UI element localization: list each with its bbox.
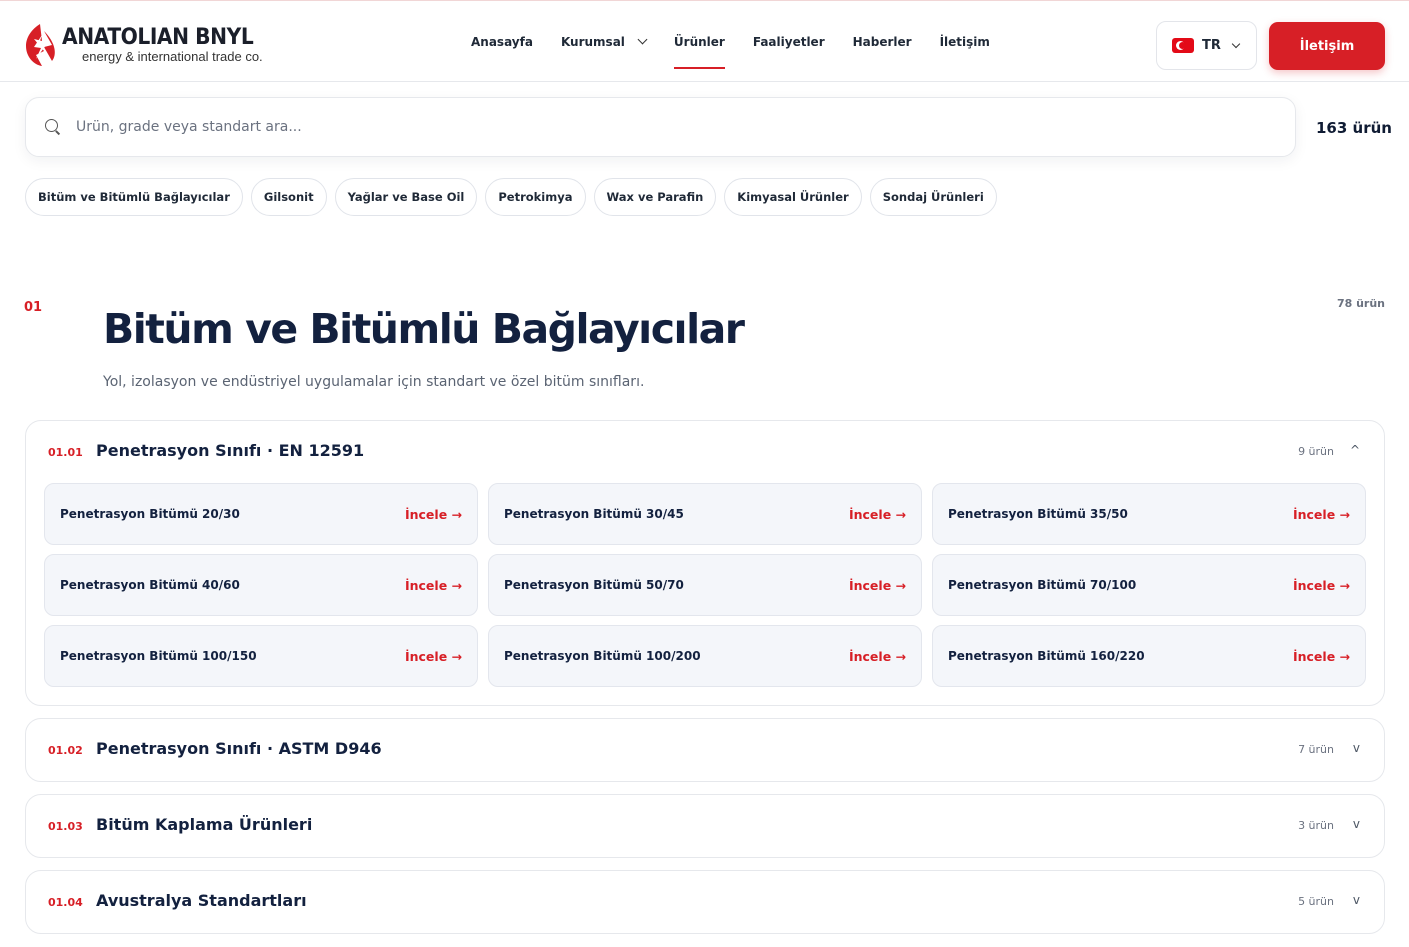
- inspect-link[interactable]: İncele →: [849, 578, 906, 593]
- group-header[interactable]: 01.04 Avustralya Standartları 5 ürün v: [26, 871, 1384, 933]
- product-name: Penetrasyon Bitümü 20/30: [60, 507, 240, 521]
- section-title: Bitüm ve Bitümlü Bağlayıcılar: [103, 305, 745, 353]
- product-card[interactable]: Penetrasyon Bitümü 40/60 İncele →: [44, 554, 478, 616]
- nav-item-anasayfa[interactable]: Anasayfa: [471, 1, 533, 82]
- group-header[interactable]: 01.02 Penetrasyon Sınıfı · ASTM D946 7 ü…: [26, 719, 1384, 781]
- nav-item-kurumsal-label: Kurumsal: [560, 34, 625, 49]
- nav-item-urunler[interactable]: Ürünler: [673, 1, 725, 82]
- main-nav: Anasayfa Kurumsal Ürünler Faaliyetler Ha…: [471, 1, 1018, 82]
- product-group-01-03: 01.03 Bitüm Kaplama Ürünleri 3 ürün v: [25, 794, 1385, 858]
- nav-item-faaliyetler[interactable]: Faaliyetler: [753, 1, 825, 82]
- chip-petrokimya[interactable]: Petrokimya: [485, 178, 586, 216]
- product-name: Penetrasyon Bitümü 100/200: [504, 649, 701, 663]
- section-description: Yol, izolasyon ve endüstriyel uygulamala…: [103, 374, 645, 390]
- product-card[interactable]: Penetrasyon Bitümü 20/30 İncele →: [44, 483, 478, 545]
- nav-item-haberler[interactable]: Haberler: [853, 1, 912, 82]
- group-header[interactable]: 01.01 Penetrasyon Sınıfı · EN 12591 9 ür…: [26, 421, 1384, 483]
- inspect-link[interactable]: İncele →: [405, 578, 462, 593]
- section-number: 01: [24, 300, 43, 315]
- product-card[interactable]: Penetrasyon Bitümü 50/70 İncele →: [488, 554, 922, 616]
- chevron-up-icon[interactable]: ^: [1350, 443, 1360, 457]
- total-product-count: 163 ürün: [1316, 119, 1392, 137]
- product-group-01-02: 01.02 Penetrasyon Sınıfı · ASTM D946 7 ü…: [25, 718, 1385, 782]
- section-count: 78 ürün: [1336, 297, 1385, 310]
- lightning-logo-icon: [26, 24, 55, 66]
- chevron-down-icon: [1231, 39, 1241, 48]
- search-bar: [25, 97, 1296, 157]
- group-count: 5 ürün: [1298, 895, 1334, 908]
- chevron-down-icon[interactable]: v: [1353, 741, 1360, 755]
- chevron-down-icon: [637, 34, 648, 45]
- product-name: Penetrasyon Bitümü 70/100: [948, 578, 1137, 592]
- product-card[interactable]: Penetrasyon Bitümü 100/200 İncele →: [488, 625, 922, 687]
- product-card[interactable]: Penetrasyon Bitümü 100/150 İncele →: [44, 625, 478, 687]
- group-title: Penetrasyon Sınıfı · EN 12591: [96, 441, 365, 460]
- group-count: 9 ürün: [1298, 445, 1334, 458]
- product-card[interactable]: Penetrasyon Bitümü 35/50 İncele →: [932, 483, 1366, 545]
- group-number: 01.01: [48, 446, 83, 459]
- product-grid: Penetrasyon Bitümü 20/30 İncele → Penetr…: [44, 483, 1366, 687]
- chip-yaglar[interactable]: Yağlar ve Base Oil: [334, 178, 478, 216]
- search-input[interactable]: [76, 119, 1176, 135]
- brand-text: ANATOLIAN BNYL energy & international tr…: [62, 25, 270, 64]
- product-card[interactable]: Penetrasyon Bitümü 30/45 İncele →: [488, 483, 922, 545]
- group-title: Avustralya Standartları: [96, 891, 307, 910]
- product-name: Penetrasyon Bitümü 35/50: [948, 507, 1128, 521]
- language-code: TR: [1202, 38, 1221, 53]
- inspect-link[interactable]: İncele →: [1293, 649, 1350, 664]
- chip-kimyasal[interactable]: Kimyasal Ürünler: [724, 178, 862, 216]
- group-title: Bitüm Kaplama Ürünleri: [96, 815, 313, 834]
- product-group-01-01: 01.01 Penetrasyon Sınıfı · EN 12591 9 ür…: [25, 420, 1385, 706]
- contact-button[interactable]: İletişim: [1269, 22, 1385, 70]
- group-header[interactable]: 01.03 Bitüm Kaplama Ürünleri 3 ürün v: [26, 795, 1384, 857]
- inspect-link[interactable]: İncele →: [1293, 578, 1350, 593]
- product-name: Penetrasyon Bitümü 100/150: [60, 649, 257, 663]
- chevron-down-icon[interactable]: v: [1353, 817, 1360, 831]
- chip-wax[interactable]: Wax ve Parafin: [593, 178, 717, 216]
- product-card[interactable]: Penetrasyon Bitümü 70/100 İncele →: [932, 554, 1366, 616]
- nav-item-kurumsal[interactable]: Kurumsal: [560, 1, 648, 82]
- product-name: Penetrasyon Bitümü 50/70: [504, 578, 684, 592]
- product-name: Penetrasyon Bitümü 40/60: [60, 578, 240, 592]
- chip-sondaj[interactable]: Sondaj Ürünleri: [869, 178, 997, 216]
- group-count: 3 ürün: [1298, 819, 1334, 832]
- group-title: Penetrasyon Sınıfı · ASTM D946: [96, 739, 382, 758]
- group-number: 01.02: [48, 744, 83, 757]
- product-name: Penetrasyon Bitümü 30/45: [504, 507, 684, 521]
- site-header: ANATOLIAN BNYL energy & international tr…: [0, 1, 1409, 82]
- search-icon: [44, 118, 62, 136]
- chip-bitum[interactable]: Bitüm ve Bitümlü Bağlayıcılar: [25, 178, 243, 216]
- brand-name: ANATOLIAN BNYL: [62, 25, 254, 50]
- inspect-link[interactable]: İncele →: [849, 507, 906, 522]
- inspect-link[interactable]: İncele →: [405, 649, 462, 664]
- inspect-link[interactable]: İncele →: [405, 507, 462, 522]
- inspect-link[interactable]: İncele →: [1293, 507, 1350, 522]
- category-filter-chips: Bitüm ve Bitümlü Bağlayıcılar Gilsonit Y…: [25, 178, 1005, 216]
- inspect-link[interactable]: İncele →: [849, 649, 906, 664]
- product-group-01-04: 01.04 Avustralya Standartları 5 ürün v: [25, 870, 1385, 934]
- nav-item-iletisim[interactable]: İletişim: [940, 1, 990, 82]
- group-number: 01.03: [48, 820, 83, 833]
- product-name: Penetrasyon Bitümü 160/220: [948, 649, 1145, 663]
- chevron-down-icon[interactable]: v: [1353, 893, 1360, 907]
- brand-logo[interactable]: ANATOLIAN BNYL energy & international tr…: [22, 21, 270, 69]
- group-count: 7 ürün: [1298, 743, 1334, 756]
- brand-tagline: energy & international trade co.: [82, 49, 263, 64]
- turkey-flag-icon: [1172, 38, 1194, 53]
- language-selector[interactable]: TR: [1156, 21, 1257, 70]
- group-number: 01.04: [48, 896, 83, 909]
- product-card[interactable]: Penetrasyon Bitümü 160/220 İncele →: [932, 625, 1366, 687]
- chip-gilsonit[interactable]: Gilsonit: [250, 178, 327, 216]
